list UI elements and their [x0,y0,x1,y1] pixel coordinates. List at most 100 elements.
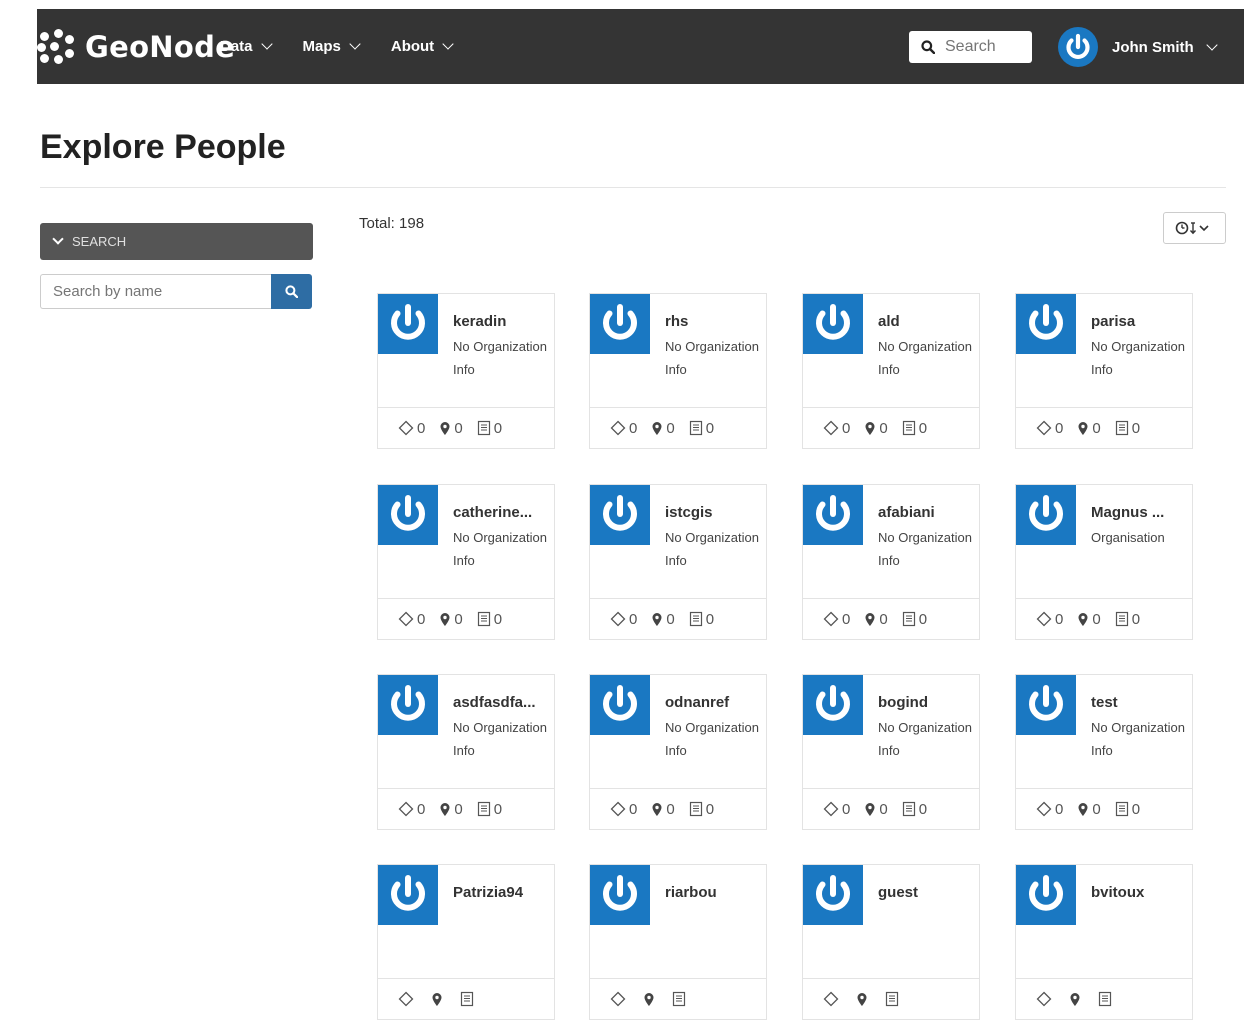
layers-count[interactable] [610,991,629,1007]
layers-count[interactable]: 0 [1036,420,1063,437]
name-search-button[interactable] [271,274,312,309]
person-name[interactable]: catherine... [453,504,549,521]
global-search[interactable] [909,31,1032,63]
map-marker-icon [1070,992,1080,1006]
person-card[interactable]: Patrizia94 [377,864,555,1020]
documents-count[interactable]: 0 [902,420,927,437]
person-name[interactable]: ald [878,313,974,330]
layers-count[interactable] [823,991,842,1007]
documents-count[interactable]: 0 [477,801,502,818]
person-name[interactable]: Patrizia94 [453,884,549,901]
search-panel-toggle[interactable]: SEARCH [40,223,313,260]
person-card[interactable]: asdfasdfa... No Organization Info 0 0 0 [377,674,555,830]
layers-count[interactable] [1036,991,1055,1007]
documents-count[interactable]: 0 [477,420,502,437]
documents-count[interactable]: 0 [1115,420,1140,437]
documents-count[interactable]: 0 [902,801,927,818]
maps-count[interactable]: 0 [439,801,463,818]
maps-count[interactable]: 0 [439,420,463,437]
maps-count[interactable]: 0 [864,801,888,818]
person-card[interactable]: parisa No Organization Info 0 0 0 [1015,293,1193,449]
person-card[interactable]: test No Organization Info 0 0 0 [1015,674,1193,830]
person-card[interactable]: catherine... No Organization Info 0 0 0 [377,484,555,640]
person-name[interactable]: keradin [453,313,549,330]
user-avatar-icon [590,294,650,354]
person-name[interactable]: istcgis [665,504,761,521]
diamond-outline-icon [1036,611,1052,627]
layers-count[interactable]: 0 [398,611,425,628]
maps-count[interactable]: 0 [864,611,888,628]
layers-count[interactable]: 0 [610,611,637,628]
menu-data[interactable]: Data [220,38,273,55]
maps-count[interactable]: 0 [1077,611,1101,628]
person-name[interactable]: Magnus ... [1091,504,1187,521]
documents-count[interactable]: 0 [477,611,502,628]
person-name[interactable]: odnanref [665,694,761,711]
diamond-outline-icon [610,611,626,627]
layers-count[interactable]: 0 [1036,801,1063,818]
document-icon [477,801,490,817]
documents-count[interactable]: 0 [902,611,927,628]
person-name[interactable]: parisa [1091,313,1187,330]
documents-count[interactable]: 0 [689,801,714,818]
menu-about[interactable]: About [391,38,454,55]
person-stats: 0 0 0 [590,407,766,448]
layers-count[interactable]: 0 [398,801,425,818]
maps-count[interactable] [431,992,446,1007]
documents-count[interactable]: 0 [1115,801,1140,818]
maps-count[interactable] [856,992,871,1007]
person-name[interactable]: bogind [878,694,974,711]
documents-count[interactable] [885,991,902,1007]
documents-count[interactable]: 0 [689,611,714,628]
person-card[interactable]: guest [802,864,980,1020]
person-card[interactable]: bogind No Organization Info 0 0 0 [802,674,980,830]
person-name[interactable]: guest [878,884,974,901]
person-card[interactable]: istcgis No Organization Info 0 0 0 [589,484,767,640]
layers-count[interactable]: 0 [823,611,850,628]
person-name[interactable]: bvitoux [1091,884,1187,901]
person-card[interactable]: odnanref No Organization Info 0 0 0 [589,674,767,830]
layers-count[interactable]: 0 [398,420,425,437]
user-menu[interactable]: John Smith [1058,27,1218,67]
person-card[interactable]: riarbou [589,864,767,1020]
maps-count[interactable]: 0 [1077,801,1101,818]
maps-count[interactable]: 0 [1077,420,1101,437]
person-card[interactable]: ald No Organization Info 0 0 0 [802,293,980,449]
layers-count[interactable] [398,991,417,1007]
documents-count[interactable] [672,991,689,1007]
search-icon [285,285,298,298]
person-name[interactable]: riarbou [665,884,761,901]
maps-count[interactable] [643,992,658,1007]
layers-count[interactable]: 0 [610,420,637,437]
layers-count[interactable]: 0 [1036,611,1063,628]
layers-count[interactable]: 0 [610,801,637,818]
person-card[interactable]: afabiani No Organization Info 0 0 0 [802,484,980,640]
maps-count[interactable]: 0 [439,611,463,628]
maps-count[interactable]: 0 [651,801,675,818]
menu-maps[interactable]: Maps [303,38,361,55]
documents-count[interactable]: 0 [1115,611,1140,628]
person-card[interactable]: keradin No Organization Info 0 0 0 [377,293,555,449]
maps-count[interactable]: 0 [651,420,675,437]
search-by-name-input[interactable] [40,274,271,309]
brand-logo[interactable]: GeoNode [37,27,235,67]
person-card[interactable]: Magnus ... Organisation 0 0 0 [1015,484,1193,640]
layers-count[interactable]: 0 [823,801,850,818]
person-card[interactable]: rhs No Organization Info 0 0 0 [589,293,767,449]
person-name[interactable]: test [1091,694,1187,711]
maps-count[interactable]: 0 [864,420,888,437]
person-name[interactable]: asdfasdfa... [453,694,549,711]
person-name[interactable]: rhs [665,313,761,330]
documents-count[interactable]: 0 [689,420,714,437]
person-organization: No Organization Info [453,530,547,568]
global-search-input[interactable] [943,37,1027,57]
documents-count[interactable] [1098,991,1115,1007]
person-name[interactable]: afabiani [878,504,974,521]
maps-count[interactable] [1069,992,1084,1007]
layers-count[interactable]: 0 [823,420,850,437]
maps-count[interactable]: 0 [651,611,675,628]
sort-button[interactable] [1163,212,1226,244]
documents-count[interactable] [460,991,477,1007]
diamond-outline-icon [398,420,414,436]
person-card[interactable]: bvitoux [1015,864,1193,1020]
